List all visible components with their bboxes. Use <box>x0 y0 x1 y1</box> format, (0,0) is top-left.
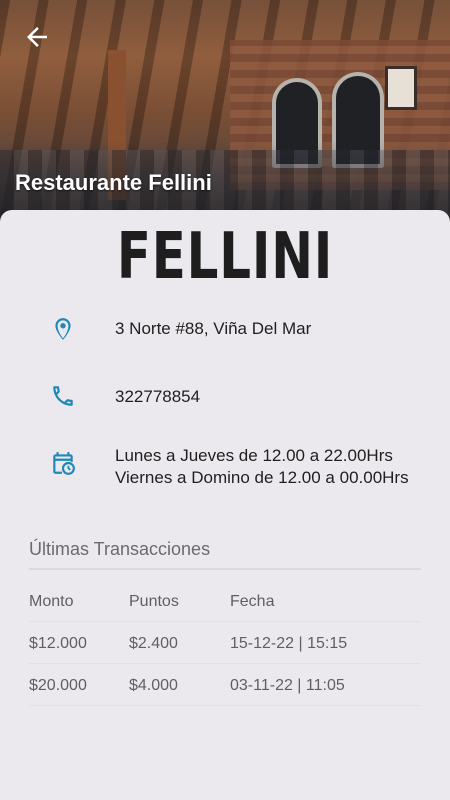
phone-text[interactable]: 322778854 <box>115 386 415 408</box>
transactions-table: Monto Puntos Fecha $12.000 $2.400 15-12-… <box>29 580 421 706</box>
restaurant-logo: FELLINI <box>116 220 334 294</box>
date-cell: 15-12-22 | 15:15 <box>230 635 348 652</box>
back-button[interactable] <box>22 22 52 52</box>
wall-picture <box>385 66 417 110</box>
table-row: $12.000 $2.400 15-12-22 | 15:15 <box>29 622 421 664</box>
amount-cell: $20.000 <box>29 677 87 694</box>
table-header-row: Monto Puntos Fecha <box>29 580 421 622</box>
date-cell: 03-11-22 | 11:05 <box>230 677 345 694</box>
arrow-left-icon <box>27 27 47 47</box>
phone-icon <box>53 386 73 406</box>
column-header-monto: Monto <box>29 593 74 610</box>
amount-cell: $12.000 <box>29 635 87 652</box>
divider <box>29 568 421 570</box>
calendar-clock-icon <box>53 452 75 475</box>
hours-text: Lunes a Jueves de 12.00 a 22.00Hrs Viern… <box>115 446 409 487</box>
address-text: 3 Norte #88, Viña Del Mar <box>115 319 312 338</box>
column-header-puntos: Puntos <box>129 593 179 610</box>
points-cell: $4.000 <box>129 677 178 694</box>
table-row: $20.000 $4.000 03-11-22 | 11:05 <box>29 664 421 706</box>
transactions-title: Últimas Transacciones <box>29 539 211 559</box>
column-header-fecha: Fecha <box>230 593 275 610</box>
page-title: Restaurante Fellini <box>15 170 212 195</box>
location-pin-icon <box>55 318 71 340</box>
points-cell: $2.400 <box>129 635 178 652</box>
details-sheet: FELLINI 3 Norte #88, Viña Del Mar 322778… <box>0 210 450 800</box>
